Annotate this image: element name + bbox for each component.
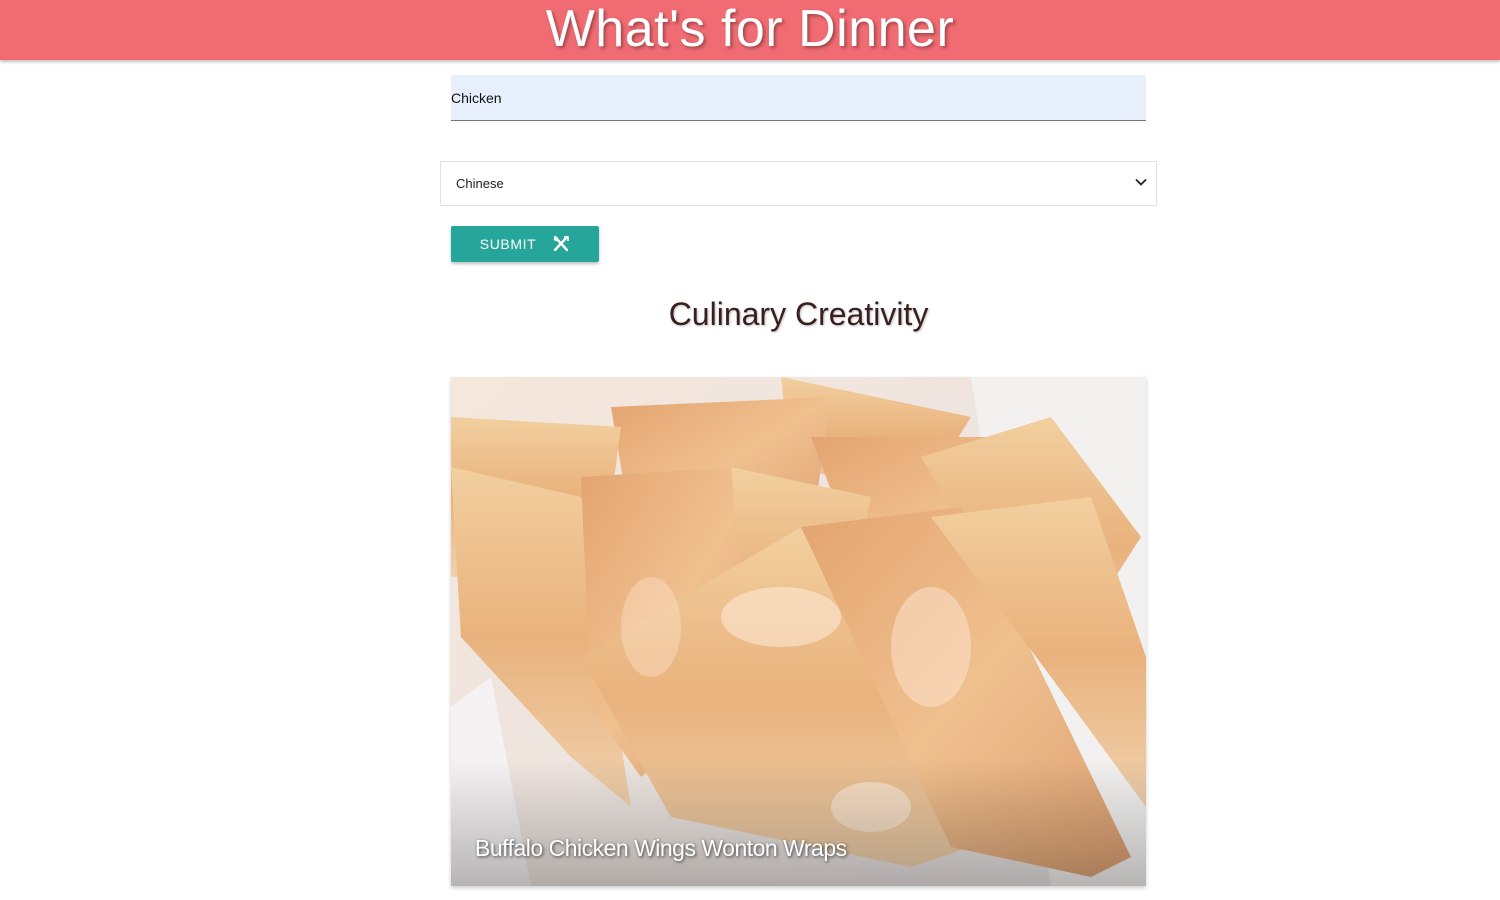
cuisine-select-value: Chinese [456, 176, 504, 191]
cuisine-select[interactable]: Chinese [440, 161, 1157, 206]
fork-knife-icon [554, 235, 570, 252]
submit-button[interactable]: SUBMIT [451, 226, 599, 262]
chevron-down-icon [1135, 178, 1147, 186]
recipe-photo [451, 377, 1146, 886]
app-header: What's for Dinner [0, 0, 1500, 60]
ingredient-search-input[interactable] [451, 75, 1146, 121]
submit-button-label: SUBMIT [479, 236, 537, 252]
app-title: What's for Dinner [545, 0, 955, 58]
results-title: Culinary Creativity [668, 296, 929, 332]
recipe-card-title: Buffalo Chicken Wings Wonton Wraps [475, 835, 847, 861]
recipe-card[interactable]: Buffalo Chicken Wings Wonton Wraps [451, 377, 1146, 886]
